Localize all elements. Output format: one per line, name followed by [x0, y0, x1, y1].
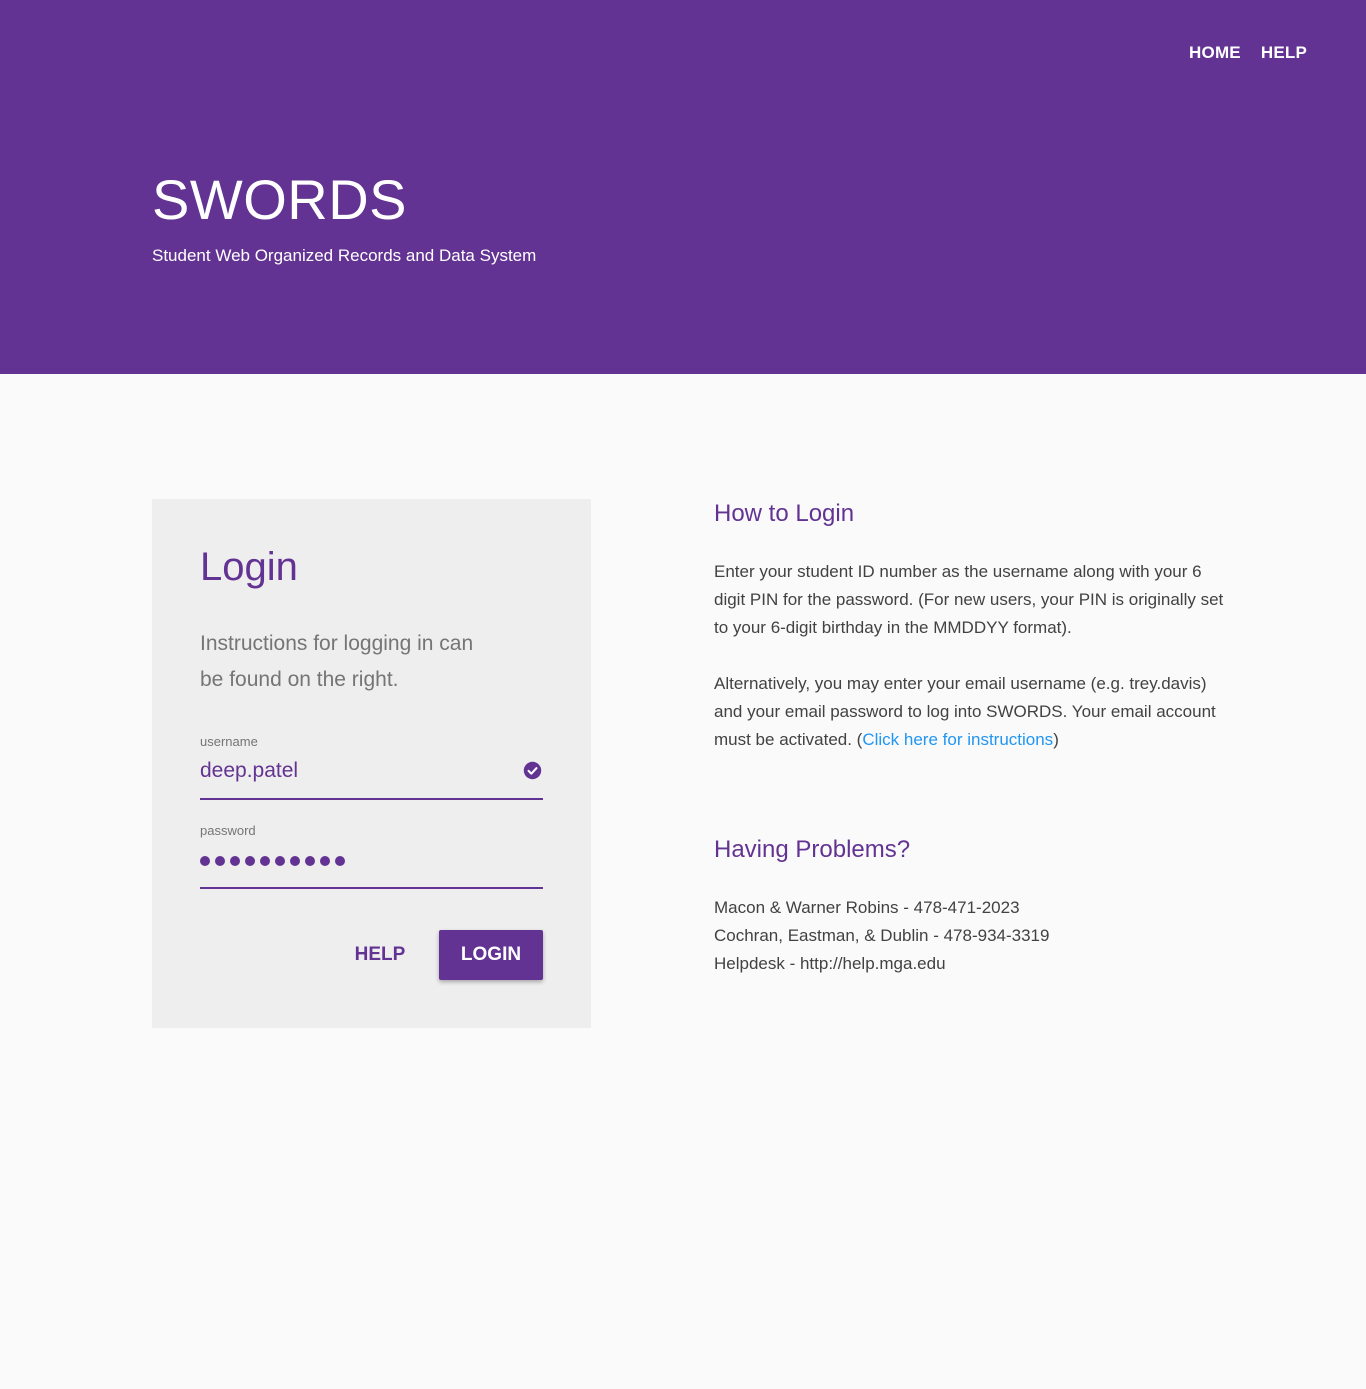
top-nav: HOME HELP: [1189, 43, 1307, 63]
username-input[interactable]: [200, 757, 543, 785]
username-underline: [200, 798, 543, 800]
site-title: SWORDS: [152, 168, 407, 231]
login-button[interactable]: LOGIN: [439, 930, 543, 980]
login-instructions: Instructions for logging in can be found…: [200, 632, 474, 691]
instructions-link[interactable]: Click here for instructions: [862, 730, 1053, 749]
login-card: Login Instructions for logging in can be…: [152, 499, 591, 1028]
help-button[interactable]: HELP: [344, 930, 416, 980]
password-dot: [230, 856, 240, 866]
login-title: Login: [200, 545, 298, 589]
password-dot: [215, 856, 225, 866]
having-problems-heading: Having Problems?: [714, 836, 911, 863]
password-dot: [290, 856, 300, 866]
how-to-paragraph-2-close: ): [1053, 730, 1059, 749]
contact-helpdesk: Helpdesk - http://help.mga.edu: [714, 954, 946, 973]
password-dot: [275, 856, 285, 866]
site-subtitle: Student Web Organized Records and Data S…: [152, 246, 537, 265]
password-dot: [260, 856, 270, 866]
password-dot: [320, 856, 330, 866]
how-to-paragraph-1: Enter your student ID number as the user…: [714, 562, 1224, 637]
password-underline: [200, 887, 543, 889]
contact-macon: Macon & Warner Robins - 478-471-2023: [714, 898, 1020, 917]
password-dot: [335, 856, 345, 866]
username-label: username: [200, 734, 258, 749]
check-circle-icon: [523, 761, 542, 780]
password-dot: [200, 856, 210, 866]
password-dot: [305, 856, 315, 866]
nav-help-link[interactable]: HELP: [1261, 43, 1307, 63]
how-to-login-heading: How to Login: [714, 500, 855, 527]
header-banner: HOME HELP SWORDS Student Web Organized R…: [0, 0, 1366, 374]
contact-cochran: Cochran, Eastman, & Dublin - 478-934-331…: [714, 926, 1050, 945]
how-to-paragraph-2: Alternatively, you may enter your email …: [714, 670, 1234, 754]
password-label: password: [200, 823, 256, 838]
password-input[interactable]: [200, 856, 345, 866]
nav-home-link[interactable]: HOME: [1189, 43, 1241, 63]
password-dot: [245, 856, 255, 866]
